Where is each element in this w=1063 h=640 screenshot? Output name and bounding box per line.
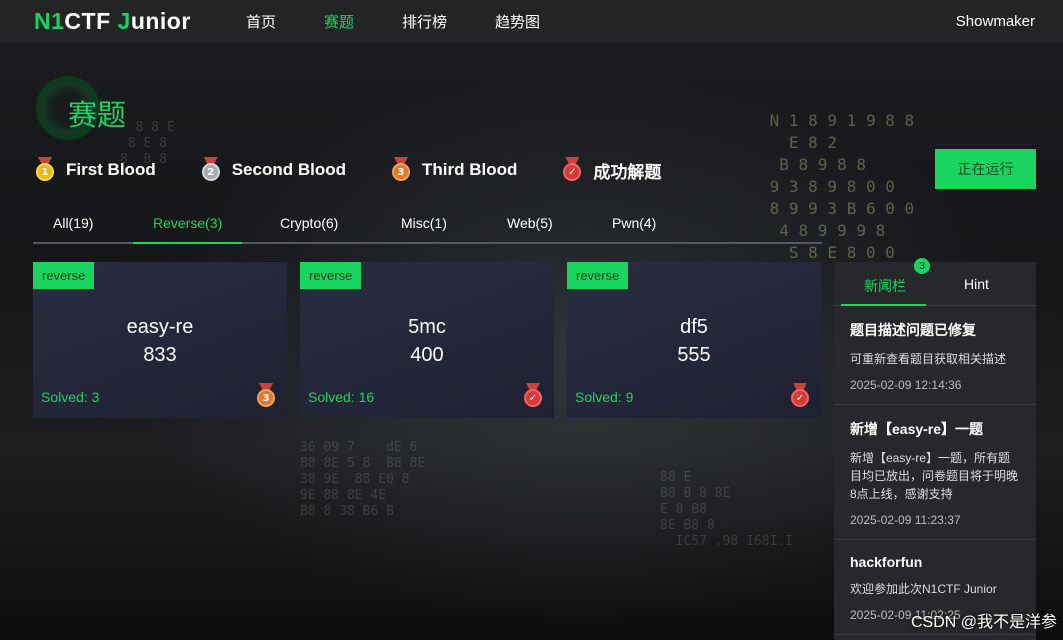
logo-part: CTF — [64, 8, 118, 34]
news-count-badge: 3 — [914, 258, 930, 274]
top-nav-bar: N1CTF Junior 首页 赛题 排行榜 趋势图 Showmaker — [0, 0, 1063, 43]
bronze-medal-icon: 3 — [390, 157, 412, 183]
legend-first-blood: 1 First Blood — [34, 157, 156, 183]
news-title: 题目描述问题已修复 — [850, 322, 976, 338]
legend-solved: ✓ 成功解题 — [561, 157, 661, 183]
challenge-score: 400 — [410, 344, 444, 366]
legend-label: Third Blood — [422, 160, 518, 179]
news-body: 可重新查看题目获取相关描述 — [850, 352, 1007, 366]
solved-count: Solved: 3 — [41, 389, 100, 405]
news-date: 2025-02-09 11:23:37 — [850, 513, 961, 527]
tab-reverse[interactable]: Reverse(3) — [133, 215, 243, 244]
nav-item-trend-chart[interactable]: 趋势图 — [495, 11, 540, 32]
solved-check-medal-icon: ✓ — [522, 383, 544, 409]
news-panel: 新闻栏 3 Hint 题目描述问题已修复 可重新查看题目获取相关描述 2025-… — [834, 258, 1036, 640]
tab-hint[interactable]: Hint — [964, 276, 989, 292]
site-logo[interactable]: N1CTF Junior — [34, 8, 234, 35]
tab-crypto[interactable]: Crypto(6) — [280, 215, 338, 244]
legend-second-blood: 2 Second Blood — [200, 157, 346, 183]
challenge-card[interactable]: reverse df5 555 Solved: 9 ✓ — [567, 262, 821, 418]
legend-label: 成功解题 — [593, 162, 662, 182]
solved-count: Solved: 16 — [308, 389, 375, 405]
challenge-name: df5 — [680, 316, 708, 338]
tab-news[interactable]: 新闻栏 — [864, 276, 906, 296]
medal-legend: 1 First Blood 2 Second Blood 3 Third Blo… — [34, 157, 705, 183]
challenge-name: easy-re — [126, 316, 194, 338]
tab-all[interactable]: All(19) — [53, 215, 93, 244]
news-body: 欢迎参加此次N1CTF Junior — [850, 582, 997, 596]
category-tag: reverse — [33, 262, 95, 289]
news-entry: 题目描述问题已修复 可重新查看题目获取相关描述 2025-02-09 12:14… — [834, 306, 1036, 405]
user-name[interactable]: Showmaker — [956, 13, 1035, 30]
logo-part: unior — [130, 8, 191, 34]
news-tabbar: 新闻栏 3 Hint — [834, 258, 1036, 306]
csdn-watermark: CSDN @我不是洋参 — [910, 614, 1057, 631]
challenge-score: 833 — [143, 344, 177, 366]
category-tabs: All(19) Reverse(3) Crypto(6) Misc(1) Web… — [33, 210, 822, 244]
challenge-score: 555 — [677, 344, 711, 366]
main-content: 赛题 1 First Blood 2 Second Blood 3 Third … — [0, 0, 1063, 640]
challenge-card[interactable]: reverse easy-re 833 Solved: 3 3 — [33, 262, 287, 418]
nav-item-leaderboard[interactable]: 排行榜 — [402, 11, 447, 32]
main-nav: 首页 赛题 排行榜 趋势图 — [246, 11, 588, 32]
active-tab-underline — [841, 304, 926, 306]
solved-check-medal-icon: ✓ — [561, 157, 583, 183]
nav-item-challenges[interactable]: 赛题 — [324, 11, 354, 32]
tab-misc[interactable]: Misc(1) — [401, 215, 447, 244]
news-entry: 新增【easy-re】一题 新增【easy-re】一题，所有题目均已放出，问卷题… — [834, 405, 1036, 540]
nav-item-home[interactable]: 首页 — [246, 11, 276, 32]
news-title: 新增【easy-re】一题 — [850, 421, 984, 437]
bronze-medal-icon: 3 — [255, 383, 277, 409]
category-tag: reverse — [567, 262, 629, 289]
news-title: hackforfun — [850, 554, 923, 570]
category-tag: reverse — [300, 262, 362, 289]
running-status-button[interactable]: 正在运行 — [935, 149, 1036, 189]
silver-medal-icon: 2 — [200, 157, 222, 183]
challenge-name: 5mc — [408, 316, 446, 338]
solved-check-medal-icon: ✓ — [789, 383, 811, 409]
news-date: 2025-02-09 12:14:36 — [850, 378, 962, 392]
logo-part: N1 — [34, 8, 65, 34]
logo-part: J — [117, 8, 131, 34]
solved-count: Solved: 9 — [575, 389, 634, 405]
tab-web[interactable]: Web(5) — [507, 215, 553, 244]
legend-label: Second Blood — [231, 160, 346, 179]
legend-label: First Blood — [66, 160, 156, 179]
news-body: 新增【easy-re】一题，所有题目均已放出，问卷题目将于明晚8点上线，感谢支持 — [850, 451, 1019, 501]
challenge-card[interactable]: reverse 5mc 400 Solved: 16 ✓ — [300, 262, 554, 418]
legend-third-blood: 3 Third Blood — [390, 157, 517, 183]
gold-medal-icon: 1 — [34, 157, 56, 183]
page-title: 赛题 — [68, 100, 127, 132]
tab-pwn[interactable]: Pwn(4) — [612, 215, 656, 244]
